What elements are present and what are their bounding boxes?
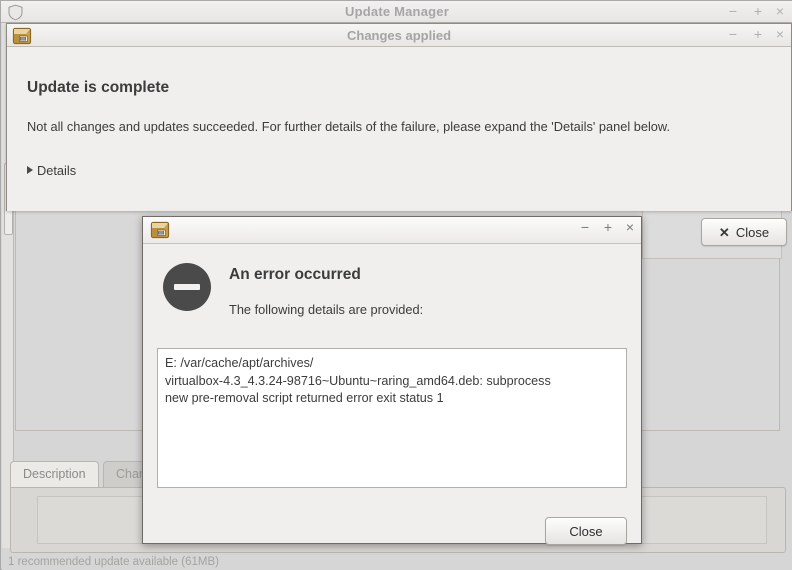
details-expander-label: Details: [37, 162, 77, 178]
changes-applied-body: Update is complete Not all changes and u…: [7, 47, 791, 246]
error-close-label: Close: [569, 523, 603, 539]
maximize-button[interactable]: +: [748, 1, 768, 23]
error-dialog-body: An error occurred The following details …: [143, 244, 641, 545]
tab-description[interactable]: Description: [10, 461, 99, 488]
chevron-right-icon: [27, 166, 33, 174]
update-complete-heading: Update is complete: [27, 79, 170, 96]
error-dialog: − + × An error occurred The following de…: [142, 216, 642, 545]
changes-applied-close-label: Close: [735, 224, 770, 240]
changes-applied-titlebar[interactable]: Changes applied − + ×: [7, 24, 791, 47]
error-close-button[interactable]: ×: [620, 217, 640, 239]
error-subheading: The following details are provided:: [229, 302, 424, 317]
close-x-icon: ✕: [718, 224, 730, 240]
error-dialog-titlebar[interactable]: − + ×: [143, 217, 641, 244]
changes-close-button[interactable]: ×: [770, 24, 790, 46]
minimize-button[interactable]: −: [723, 1, 743, 23]
update-manager-titlebar[interactable]: Update Manager − + ×: [1, 1, 792, 23]
package-icon: [150, 220, 170, 240]
error-heading: An error occurred: [229, 266, 361, 283]
update-manager-title: Update Manager: [345, 4, 449, 19]
details-expander[interactable]: Details: [27, 161, 76, 179]
status-bar: 1 recommended update available (61MB): [8, 556, 219, 568]
changes-applied-dialog: Changes applied − + × Update is complete…: [6, 23, 792, 246]
update-complete-message: Not all changes and updates succeeded. F…: [27, 119, 671, 134]
error-details-text: E: /var/cache/apt/archives/ virtualbox-4…: [165, 356, 551, 405]
error-minimize-button[interactable]: −: [575, 217, 595, 239]
error-maximize-button[interactable]: +: [598, 217, 618, 239]
changes-applied-close-button[interactable]: ✕ Close: [701, 218, 787, 246]
tab-description-label: Description: [23, 467, 86, 481]
error-dialog-close-button[interactable]: Close: [545, 517, 627, 545]
error-circle-icon: [163, 263, 211, 311]
close-button[interactable]: ×: [770, 1, 790, 23]
changes-maximize-button[interactable]: +: [748, 24, 768, 46]
screen: Update Manager − + × Description Chang 1…: [0, 0, 792, 570]
changes-applied-title: Changes applied: [346, 28, 452, 43]
changes-minimize-button[interactable]: −: [723, 24, 743, 46]
error-details-textbox[interactable]: E: /var/cache/apt/archives/ virtualbox-4…: [157, 348, 627, 488]
